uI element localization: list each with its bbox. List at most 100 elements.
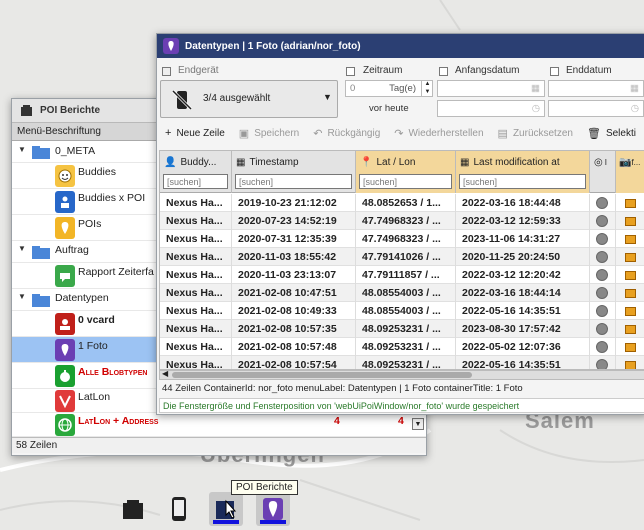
search-input[interactable]: [suchen] [235, 174, 352, 189]
save-button[interactable]: ▣ Speichern [239, 127, 299, 140]
anfangsdatum-checkbox[interactable] [439, 67, 448, 76]
data-grid[interactable]: 👤 Buddy... [suchen] ▦ Timestamp [suchen] 📍… [159, 150, 644, 370]
table-cell[interactable]: 2020-11-03 18:55:42 [232, 248, 356, 266]
status-dot-cell[interactable] [590, 266, 616, 284]
clock-icon[interactable]: ◷ [631, 103, 639, 114]
table-cell[interactable]: Nexus Ha... [160, 266, 232, 284]
table-cell[interactable]: Nexus Ha... [160, 320, 232, 338]
table-cell[interactable]: 2022-05-02 12:07:36 [456, 338, 590, 356]
column-header-latlon[interactable]: 📍 Lat / Lon [suchen] [356, 151, 456, 193]
start-date-input[interactable]: ▦ [437, 80, 545, 97]
search-input[interactable]: [suchen] [459, 174, 586, 189]
photo-thumbnail-cell[interactable] [616, 194, 644, 212]
table-cell[interactable]: 48.08554003 / ... [356, 284, 456, 302]
table-cell[interactable]: 48.09253231 / ... [356, 320, 456, 338]
search-input[interactable]: [suchen] [163, 174, 228, 189]
column-header-target[interactable]: ◎ I [590, 151, 616, 193]
status-dot-cell[interactable] [590, 230, 616, 248]
table-cell[interactable]: 48.08554003 / ... [356, 302, 456, 320]
dt-window-titlebar[interactable]: Datentypen | 1 Foto (adrian/nor_foto) [157, 34, 644, 58]
table-cell[interactable]: 47.74968323 / ... [356, 212, 456, 230]
column-header-timestamp[interactable]: ▦ Timestamp [suchen] [232, 151, 356, 193]
calendar-icon[interactable]: ▦ [531, 83, 540, 94]
table-row[interactable]: Nexus Ha... 2019-10-23 21:12:02 48.0852653… [160, 194, 644, 212]
table-cell[interactable]: 2022-05-16 14:35:51 [456, 302, 590, 320]
table-cell[interactable]: 2020-11-03 23:13:07 [232, 266, 356, 284]
undo-button[interactable]: ↶ Rückgängig [313, 127, 380, 140]
endgeraet-checkbox[interactable] [162, 67, 171, 76]
photo-thumbnail-cell[interactable] [616, 320, 644, 338]
photo-thumbnail-cell[interactable] [616, 248, 644, 266]
horizontal-scrollbar[interactable]: ◀ [159, 369, 644, 380]
dropdown-arrow-icon[interactable]: ▼ [412, 418, 424, 430]
table-cell[interactable]: 2021-02-08 10:49:33 [232, 302, 356, 320]
table-cell[interactable]: Nexus Ha... [160, 284, 232, 302]
column-header-last-modification[interactable]: ▦ Last modification at [suchen] [456, 151, 590, 193]
status-dot-cell[interactable] [590, 284, 616, 302]
table-cell[interactable]: 47.79111857 / ... [356, 266, 456, 284]
redo-button[interactable]: ↷ Wiederherstellen [394, 127, 483, 140]
table-cell[interactable]: 2020-07-31 12:35:39 [232, 230, 356, 248]
table-cell[interactable]: 48.0852653 / 1... [356, 194, 456, 212]
photo-thumbnail-cell[interactable] [616, 266, 644, 284]
table-cell[interactable]: 2022-05-16 14:35:51 [456, 356, 590, 369]
table-cell[interactable]: 2023-11-06 14:31:27 [456, 230, 590, 248]
end-time-input[interactable]: ◷ [548, 100, 644, 117]
table-cell[interactable]: 2022-03-12 12:20:42 [456, 266, 590, 284]
expand-arrow-icon[interactable]: ▼ [18, 292, 26, 301]
table-cell[interactable]: Nexus Ha... [160, 230, 232, 248]
table-cell[interactable]: 2021-02-08 10:57:35 [232, 320, 356, 338]
table-cell[interactable]: 2020-11-25 20:24:50 [456, 248, 590, 266]
status-dot-cell[interactable] [590, 302, 616, 320]
expand-arrow-icon[interactable]: ▼ [18, 145, 26, 154]
table-row[interactable]: Nexus Ha... 2020-07-31 12:35:39 47.7496832… [160, 230, 644, 248]
dock-foto-button[interactable] [256, 492, 290, 526]
table-cell[interactable]: 2022-03-12 12:59:33 [456, 212, 590, 230]
table-cell[interactable]: 2022-03-16 18:44:14 [456, 284, 590, 302]
expand-arrow-icon[interactable]: ▼ [18, 244, 26, 253]
days-input[interactable]: 0 Tag(e) [345, 80, 433, 97]
device-selector[interactable]: 3/4 ausgewählt ▼ [160, 80, 338, 118]
table-cell[interactable]: Nexus Ha... [160, 338, 232, 356]
photo-thumbnail-cell[interactable] [616, 302, 644, 320]
table-cell[interactable]: 2023-08-30 17:57:42 [456, 320, 590, 338]
table-cell[interactable]: 2019-10-23 21:12:02 [232, 194, 356, 212]
table-cell[interactable]: 48.09253231 / ... [356, 338, 456, 356]
table-cell[interactable]: 2020-07-23 14:52:19 [232, 212, 356, 230]
photo-thumbnail-cell[interactable] [616, 338, 644, 356]
table-row[interactable]: Nexus Ha... 2021-02-08 10:57:54 48.0925323… [160, 356, 644, 369]
photo-thumbnail-cell[interactable] [616, 356, 644, 369]
start-time-input[interactable]: ◷ [437, 100, 545, 117]
table-cell[interactable]: Nexus Ha... [160, 356, 232, 369]
column-header-buddy[interactable]: 👤 Buddy... [suchen] [160, 151, 232, 193]
dock-phone-button[interactable] [162, 492, 196, 526]
scrollbar-thumb[interactable] [172, 372, 472, 378]
calendar-icon[interactable]: ▦ [630, 83, 639, 94]
reset-button[interactable]: ▤ Zurücksetzen [498, 127, 573, 140]
photo-thumbnail-cell[interactable] [616, 212, 644, 230]
clock-icon[interactable]: ◷ [532, 103, 540, 114]
table-cell[interactable]: 2021-02-08 10:47:51 [232, 284, 356, 302]
dock-report-button[interactable] [116, 492, 150, 526]
table-cell[interactable]: 47.79141026 / ... [356, 248, 456, 266]
table-cell[interactable]: 48.09253231 / ... [356, 356, 456, 369]
table-row[interactable]: Nexus Ha... 2020-07-23 14:52:19 47.7496832… [160, 212, 644, 230]
table-cell[interactable]: Nexus Ha... [160, 194, 232, 212]
status-dot-cell[interactable] [590, 212, 616, 230]
datentypen-window[interactable]: Datentypen | 1 Foto (adrian/nor_foto) En… [156, 33, 644, 415]
status-dot-cell[interactable] [590, 338, 616, 356]
days-stepper[interactable]: ▲ ▼ [421, 80, 433, 97]
status-dot-cell[interactable] [590, 248, 616, 266]
search-input[interactable]: [suchen] [359, 174, 452, 189]
status-dot-cell[interactable] [590, 356, 616, 369]
enddatum-checkbox[interactable] [550, 67, 559, 76]
table-row[interactable]: Nexus Ha... 2021-02-08 10:47:51 48.0855400… [160, 284, 644, 302]
status-dot-cell[interactable] [590, 194, 616, 212]
table-cell[interactable]: Nexus Ha... [160, 248, 232, 266]
tree-row-latlon-address[interactable]: LatLon + Address 4 4 ▼ [12, 413, 426, 437]
photo-thumbnail-cell[interactable] [616, 230, 644, 248]
table-cell[interactable]: 2021-02-08 10:57:54 [232, 356, 356, 369]
table-cell[interactable]: 47.74968323 / ... [356, 230, 456, 248]
column-header-foto[interactable]: 📷 f... [616, 151, 644, 193]
table-row[interactable]: Nexus Ha... 2020-11-03 18:55:42 47.7914102… [160, 248, 644, 266]
